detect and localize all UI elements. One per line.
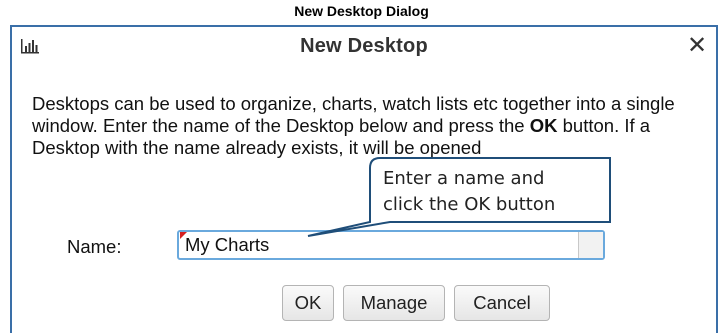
callout-line-2: click the OK button bbox=[383, 194, 556, 215]
dialog-title: New Desktop bbox=[300, 35, 428, 57]
close-icon[interactable]: ✕ bbox=[684, 33, 710, 59]
callout-line-1: Enter a name and bbox=[383, 168, 545, 189]
button-row: OK Manage Cancel bbox=[12, 285, 716, 323]
name-label: Name: bbox=[67, 236, 122, 257]
name-dropdown-button[interactable] bbox=[578, 232, 603, 258]
manage-button[interactable]: Manage bbox=[343, 285, 445, 321]
figure-caption: New Desktop Dialog bbox=[294, 3, 429, 19]
dialog-titlebar[interactable]: New Desktop ✕ bbox=[12, 27, 716, 65]
input-marker bbox=[180, 232, 187, 239]
cancel-button[interactable]: Cancel bbox=[454, 285, 550, 321]
desktop-name-input[interactable] bbox=[177, 230, 605, 260]
callout-text: Enter a name and click the OK button bbox=[383, 166, 603, 218]
description-ok-bold: OK bbox=[529, 115, 558, 136]
ok-button[interactable]: OK bbox=[282, 285, 334, 321]
new-desktop-dialog: New Desktop ✕ Desktops can be used to or… bbox=[10, 25, 718, 333]
dialog-description: Desktops can be used to organize, charts… bbox=[32, 93, 712, 159]
